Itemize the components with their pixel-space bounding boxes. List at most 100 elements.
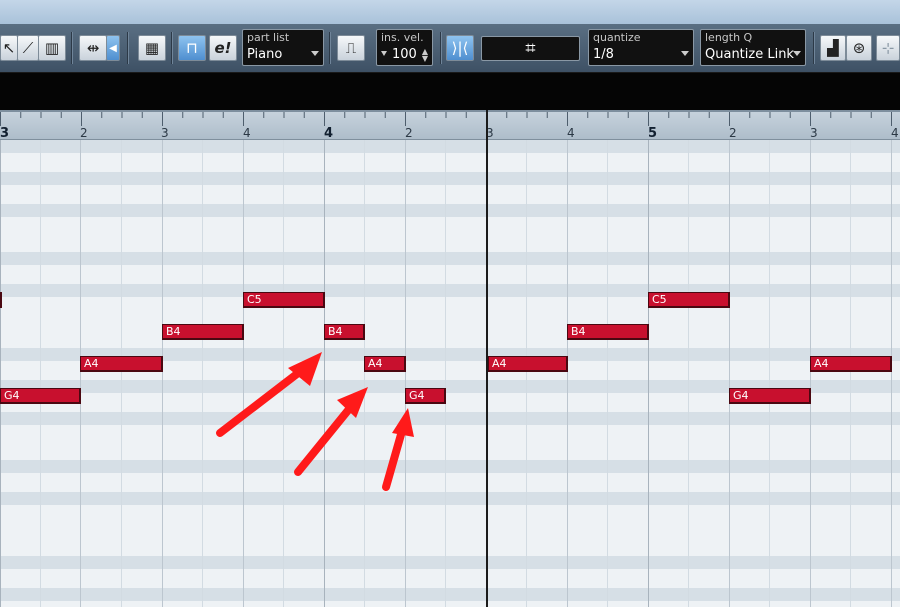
grid-row-black-key: [0, 140, 900, 153]
grid-beat-line: [891, 140, 892, 607]
velocity-stepper-icon[interactable]: ▲ ▼: [422, 48, 428, 63]
ruler-label: 3: [161, 126, 169, 140]
toolbar-separator: [127, 32, 129, 64]
ruler-label: 2: [80, 126, 88, 140]
autoscroll-button[interactable]: ⇹: [79, 35, 107, 61]
quantize-value: 1/8: [593, 47, 614, 62]
info-line: [0, 72, 900, 111]
grid-beat-line: [405, 140, 406, 607]
grid-line: [688, 140, 689, 607]
midi-note[interactable]: B4: [567, 324, 649, 340]
grid-beat-line: [80, 140, 81, 607]
toolbar-separator: [813, 32, 815, 64]
show-part-borders-button[interactable]: ⊓: [178, 35, 206, 61]
toolbar-separator: [71, 32, 73, 64]
part-borders-icon: ⊓: [186, 39, 198, 57]
midi-note[interactable]: C5: [648, 292, 730, 308]
midi-note[interactable]: B4: [324, 324, 365, 340]
part-list-value: Piano: [247, 47, 283, 62]
grid-bar-line: [648, 140, 649, 607]
grid-beat-line: [810, 140, 811, 607]
midi-note[interactable]: A4: [80, 356, 163, 372]
grid-bar-line: [0, 140, 1, 607]
ruler-label: 4: [567, 126, 575, 140]
toolbar-separator: [171, 32, 173, 64]
grid-row-black-key: [0, 284, 900, 297]
grid-row-black-key: [0, 492, 900, 505]
length-q-value: Quantize Link: [705, 47, 794, 62]
ruler-label: 3: [810, 126, 818, 140]
chevron-down-icon: [793, 51, 801, 56]
ins-vel-value: 100: [392, 47, 417, 62]
midi-note[interactable]: [0, 292, 2, 308]
draw-tool-button[interactable]: ⟋: [17, 35, 39, 61]
grid-icon: ⌗: [525, 38, 536, 59]
midi-note[interactable]: A4: [810, 356, 892, 372]
ruler-label: 4: [324, 126, 334, 141]
move-insert-icon: ⊹: [881, 39, 895, 57]
keyboard-tool-button[interactable]: ▥: [38, 35, 66, 61]
insert-velocity-field[interactable]: ins. vel. 100 ▲ ▼: [376, 29, 433, 66]
grid-line: [526, 140, 527, 607]
midi-note[interactable]: C5: [243, 292, 325, 308]
select-tool-button[interactable]: ↖: [0, 35, 18, 61]
autoscroll-arrow-button[interactable]: ◀: [106, 35, 120, 61]
midi-note[interactable]: G4: [405, 388, 446, 404]
grid-row-black-key: [0, 252, 900, 265]
midi-note[interactable]: A4: [488, 356, 568, 372]
snap-icon: ⟩|⟨: [451, 39, 469, 57]
edit-active-part-button[interactable]: e!: [209, 35, 237, 61]
grid-line: [121, 140, 122, 607]
grid-type-field[interactable]: ⌗: [481, 36, 580, 61]
ruler[interactable]: 3 2 3 4 4 2 3 4 5 2 3 4: [0, 110, 900, 141]
chevron-down-icon: [311, 51, 319, 56]
length-q-label: length Q: [705, 31, 753, 44]
triangle-left-icon: ◀: [109, 42, 117, 54]
pulse-icon: ⎍: [345, 39, 357, 57]
ruler-label: 2: [729, 126, 737, 140]
midi-connector-icon: ⊛: [852, 39, 866, 57]
grid-beat-line: [162, 140, 163, 607]
grid-line: [445, 140, 446, 607]
grid-beat-line: [567, 140, 568, 607]
midi-note[interactable]: A4: [364, 356, 406, 372]
ruler-label: 3: [0, 126, 10, 141]
grid-row-black-key: [0, 412, 900, 425]
midi-note[interactable]: G4: [729, 388, 811, 404]
grid-beat-line: [243, 140, 244, 607]
grid-line: [769, 140, 770, 607]
insert-velocity-button[interactable]: ⎍: [337, 35, 365, 61]
midi-note[interactable]: G4: [0, 388, 81, 404]
toolbar-separator: [440, 32, 442, 64]
move-insert-mode-button[interactable]: ⊹: [876, 35, 900, 61]
note-grid[interactable]: C5 B4 A4 G4 C5 B4 A4 G4 A4 B4 A4 G4: [0, 140, 900, 607]
length-quantize-dropdown[interactable]: length Q Quantize Link: [700, 29, 806, 66]
midi-input-button[interactable]: ⊛: [846, 35, 872, 61]
step-input-button[interactable]: ▟: [820, 35, 846, 61]
grid-row-black-key: [0, 172, 900, 185]
grid-beat-line: [729, 140, 730, 607]
solo-editor-button[interactable]: ▦: [138, 35, 166, 61]
ruler-label: 5: [648, 126, 658, 141]
chevron-down-icon: [681, 51, 689, 56]
grid-line: [40, 140, 41, 607]
grid-row-black-key: [0, 460, 900, 473]
midi-note[interactable]: B4: [162, 324, 244, 340]
quantize-label: quantize: [593, 31, 641, 44]
ruler-ticks: [0, 112, 892, 126]
part-list-label: part list: [247, 31, 290, 44]
snap-button[interactable]: ⟩|⟨: [446, 35, 474, 61]
grid-bar-line: [324, 140, 325, 607]
grid-line: [202, 140, 203, 607]
ruler-label: 2: [405, 126, 413, 140]
grid-row-black-key: [0, 556, 900, 569]
quantize-dropdown[interactable]: quantize 1/8: [588, 29, 694, 66]
velocity-down-icon[interactable]: [381, 51, 387, 56]
ruler-label: 4: [243, 126, 251, 140]
part-list-dropdown[interactable]: part list Piano: [242, 29, 324, 66]
ins-vel-label: ins. vel.: [381, 31, 424, 44]
grid-row-black-key: [0, 588, 900, 601]
grid-line: [850, 140, 851, 607]
move-icon: ⇹: [86, 39, 100, 57]
project-cursor[interactable]: [486, 110, 488, 607]
